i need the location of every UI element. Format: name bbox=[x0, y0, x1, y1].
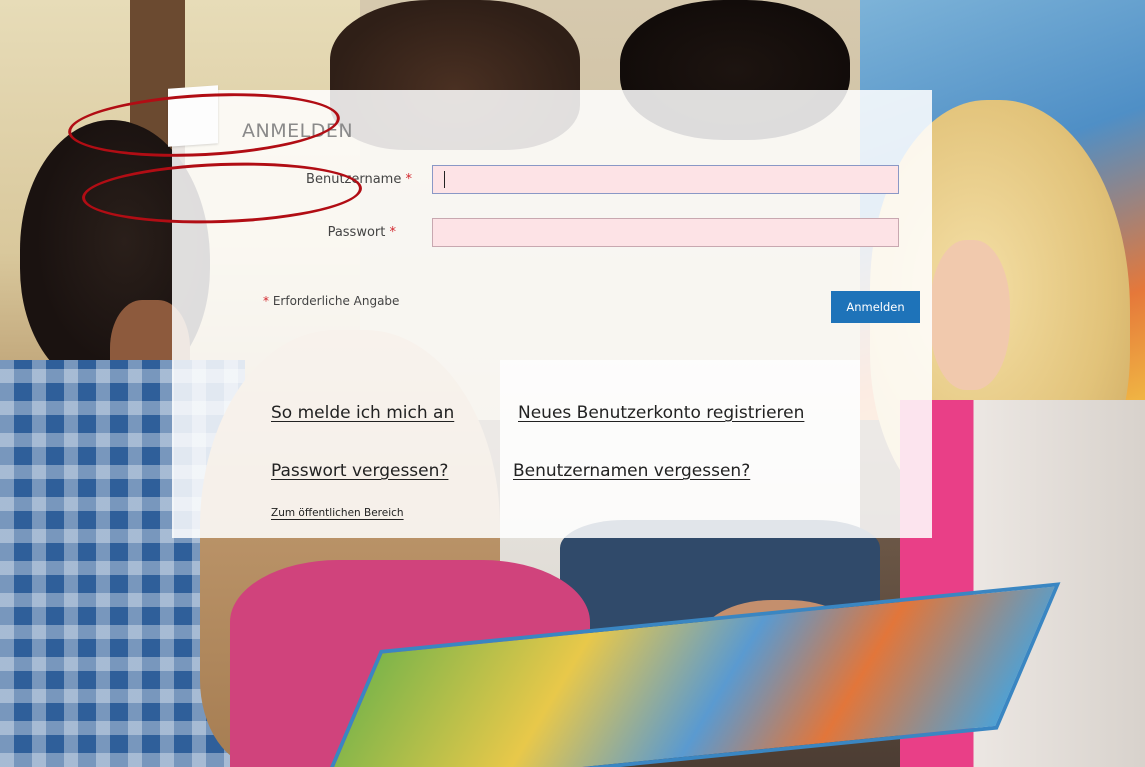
forgot-username-link[interactable]: Benutzernamen vergessen? bbox=[513, 461, 750, 481]
forgot-password-link[interactable]: Passwort vergessen? bbox=[271, 461, 448, 481]
required-asterisk: * bbox=[389, 225, 397, 240]
username-input[interactable] bbox=[432, 165, 899, 194]
password-input[interactable] bbox=[432, 218, 899, 247]
password-label-text: Passwort bbox=[327, 225, 386, 240]
text-cursor bbox=[444, 171, 445, 188]
register-account-link[interactable]: Neues Benutzerkonto registrieren bbox=[518, 403, 804, 423]
required-note: * Erforderliche Angabe bbox=[263, 294, 399, 308]
required-asterisk: * bbox=[263, 294, 269, 308]
required-note-text: Erforderliche Angabe bbox=[272, 294, 400, 308]
login-button[interactable]: Anmelden bbox=[831, 291, 920, 323]
required-asterisk: * bbox=[405, 172, 413, 187]
password-label: Passwort * bbox=[262, 225, 396, 240]
how-to-login-link[interactable]: So melde ich mich an bbox=[271, 403, 454, 423]
login-page: ANMELDEN Benutzername * Passwort * * Erf… bbox=[0, 0, 1145, 767]
public-area-link[interactable]: Zum öffentlichen Bereich bbox=[271, 507, 404, 519]
bg-blonde-face bbox=[930, 240, 1010, 390]
